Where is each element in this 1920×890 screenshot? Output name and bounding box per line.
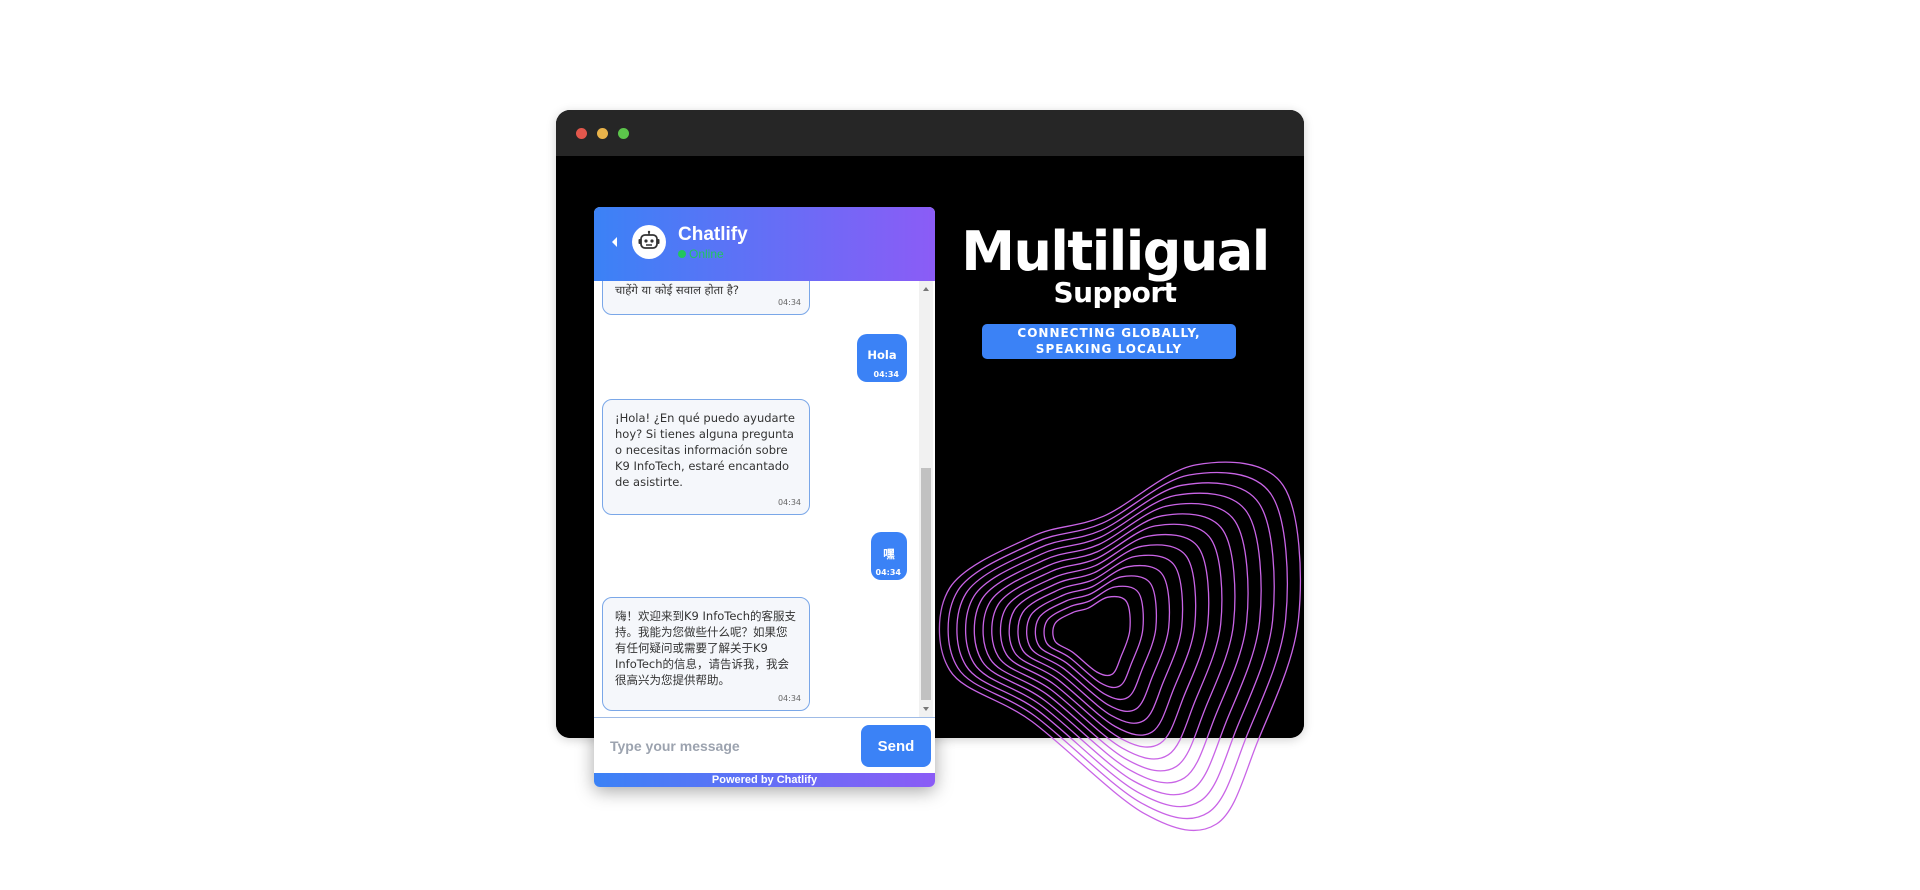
message-time: 04:34 — [875, 568, 901, 577]
bot-message: चाहेंगे या कोई सवाल होता है? 04:34 — [602, 281, 810, 315]
online-status: Online — [689, 247, 724, 261]
message-time: 04:34 — [777, 694, 801, 703]
scrollbar[interactable] — [919, 281, 933, 717]
user-message: Hola 04:34 — [857, 334, 907, 382]
user-message: 嘿 04:34 — [871, 532, 907, 580]
message-composer: Send — [594, 717, 935, 774]
message-input[interactable] — [602, 726, 858, 766]
scroll-down-arrow-icon[interactable] — [923, 707, 929, 711]
scrollbar-thumb[interactable] — [921, 468, 931, 700]
close-dot[interactable] — [576, 128, 587, 139]
chevron-left-icon[interactable] — [612, 237, 617, 247]
message-list[interactable]: चाहेंगे या कोई सवाल होता है? 04:34 Hola … — [594, 281, 935, 717]
bot-message: ¡Hola! ¿En qué puedo ayudarte hoy? Si ti… — [602, 399, 810, 515]
window-titlebar — [556, 110, 1304, 156]
message-text: 嘿 — [883, 547, 895, 561]
robot-icon — [638, 230, 660, 249]
chat-widget: Chatlify Online चाहेंगे या कोई सवाल होता… — [594, 207, 935, 787]
hero-tagline: CONNECTING GLOBALLY, SPEAKING LOCALLY — [982, 324, 1236, 359]
chat-header: Chatlify Online — [594, 207, 935, 281]
message-time: 04:34 — [777, 298, 801, 307]
hero-title: Multiligual — [961, 220, 1270, 283]
message-time: 04:34 — [873, 370, 899, 379]
maximize-dot[interactable] — [618, 128, 629, 139]
avatar — [632, 225, 666, 259]
online-status-dot — [678, 250, 686, 258]
message-time: 04:34 — [777, 498, 801, 507]
hero-heading: Multiligual Support — [960, 222, 1270, 308]
send-button[interactable]: Send — [861, 725, 931, 767]
bot-message: 嗨！欢迎来到K9 InfoTech的客服支持。我能为您做些什么呢？如果您有任何疑… — [602, 597, 810, 711]
message-text: 嗨！欢迎来到K9 InfoTech的客服支持。我能为您做些什么呢？如果您有任何疑… — [615, 609, 797, 687]
message-text: ¡Hola! ¿En qué puedo ayudarte hoy? Si ti… — [615, 411, 795, 489]
minimize-dot[interactable] — [597, 128, 608, 139]
scroll-up-arrow-icon[interactable] — [923, 287, 929, 291]
chat-title: Chatlify — [678, 224, 748, 245]
message-text: चाहेंगे या कोई सवाल होता है? — [615, 283, 740, 297]
powered-by-footer: Powered by Chatlify — [594, 773, 935, 787]
message-text: Hola — [867, 348, 897, 362]
